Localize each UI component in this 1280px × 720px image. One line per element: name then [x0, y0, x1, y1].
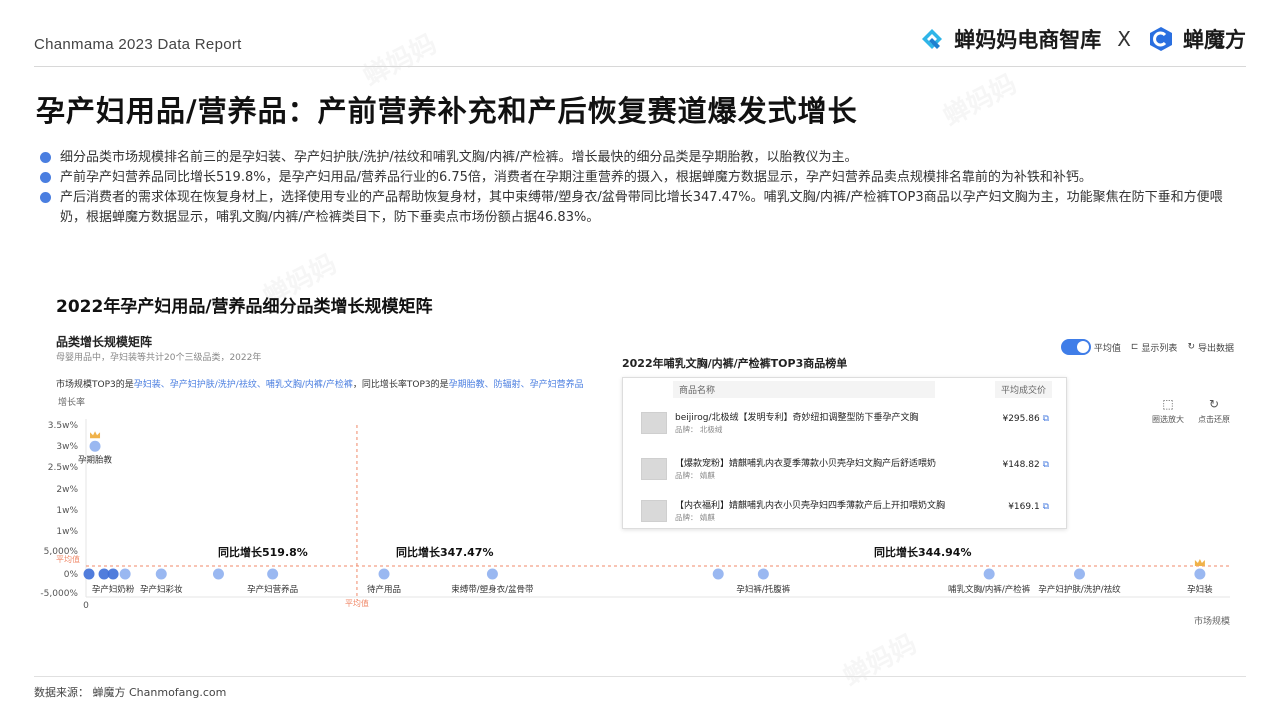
watermark: 蝉妈妈	[838, 629, 922, 693]
y-tick-label: 2.5w%	[48, 463, 79, 473]
product-name: 【爆款宠粉】婧麒哺乳内衣夏季薄款小贝壳孕妇文胸产后舒适喂奶	[675, 459, 937, 469]
scatter-point	[107, 568, 119, 580]
top3-header: 商品名称 平均成交价	[623, 378, 1066, 398]
scatter-point	[757, 568, 769, 580]
product-name: beijirog/北极绒【发明专利】奇妙纽扣调整型防下垂孕产文胸	[675, 413, 919, 423]
point-label: 哺乳文胸/内裤/产检裤	[948, 584, 1031, 595]
scatter-point	[378, 568, 390, 580]
trend-icon: ⧉	[1042, 502, 1049, 512]
scatter-point	[83, 568, 95, 580]
product-row[interactable]: 【内衣福利】婧麒哺乳内衣小贝壳孕妇四季薄款产后上开扣喂奶文胸 品牌： 婧麒 ¥1…	[641, 496, 1061, 528]
bullet-item: 产后消费者的需求体现在恢复身材上，选择使用专业的产品帮助恢复身材，其中束缚带/塑…	[40, 188, 1240, 228]
product-row[interactable]: 【爆款宠粉】婧麒哺乳内衣夏季薄款小贝壳孕妇文胸产后舒适喂奶 品牌： 婧麒 ¥14…	[641, 454, 1061, 486]
bullet-item: 产前孕产妇营养品同比增长519.8%，是孕产妇用品/营养品行业的6.75倍，消费…	[40, 168, 1240, 188]
product-price: ¥169.1 ⧉	[1008, 502, 1049, 512]
annotation-nursing: 同比增长344.94%	[874, 546, 972, 559]
scatter-point	[212, 568, 224, 580]
product-thumbnail	[641, 412, 667, 434]
product-thumbnail	[641, 458, 667, 480]
product-row[interactable]: beijirog/北极绒【发明专利】奇妙纽扣调整型防下垂孕产文胸 品牌： 北极绒…	[641, 408, 1061, 440]
chanmama-logo-icon	[922, 29, 943, 49]
point-label: 孕产妇彩妆	[140, 584, 183, 595]
bullet-list: 细分品类市场规模排名前三的是孕妇装、孕产妇护肤/洗护/祛纹和哺乳文胸/内裤/产检…	[40, 148, 1240, 228]
crown-icon	[1194, 559, 1205, 566]
y-axis-label: 增长率	[58, 396, 85, 408]
point-label: 孕妇装	[1187, 584, 1213, 595]
brand1-name: 蝉妈妈电商智库	[954, 28, 1102, 52]
point-label: 孕产妇营养品	[247, 584, 298, 595]
chanmofang-logo-icon	[1150, 27, 1172, 51]
watermark: 蝉妈妈	[938, 69, 1022, 133]
scatter-point	[1194, 568, 1206, 580]
point-label: 孕产妇奶粉	[92, 584, 135, 595]
brand-logos: 蝉妈妈电商智库 X 蝉魔方	[918, 24, 1246, 54]
y-tick-label: 1w%	[56, 527, 78, 537]
point-label: 束缚带/塑身衣/盆骨带	[451, 584, 534, 595]
point-label: 孕产妇护肤/洗护/祛纹	[1038, 584, 1121, 595]
scatter-point	[89, 440, 101, 452]
page-title: 孕产妇用品/营养品：产前营养补充和产后恢复赛道爆发式增长	[36, 94, 858, 128]
product-thumbnail	[641, 500, 667, 522]
chart-title: 2022年孕产妇用品/营养品细分品类增长规模矩阵	[56, 297, 433, 317]
top3-title: 2022年哺乳文胸/内裤/产检裤TOP3商品榜单	[622, 357, 848, 370]
point-label: 孕妇裤/托腹裤	[736, 584, 790, 595]
col-price-header: 平均成交价	[994, 381, 1052, 398]
product-brand: 品牌： 婧麒	[675, 513, 715, 522]
footer-divider	[34, 676, 1246, 677]
product-brand: 品牌： 婧麒	[675, 471, 715, 480]
point-label: 待产用品	[367, 584, 401, 595]
product-price: ¥148.82 ⧉	[1002, 460, 1049, 470]
bullet-item: 细分品类市场规模排名前三的是孕妇装、孕产妇护肤/洗护/祛纹和哺乳文胸/内裤/产检…	[40, 148, 1240, 168]
watermark: 蝉妈妈	[358, 29, 442, 93]
brand-separator: X	[1117, 27, 1131, 51]
y-tick-label: 3w%	[56, 442, 78, 452]
x-axis-label: 市场规模	[1194, 615, 1230, 627]
scatter-point	[119, 568, 131, 580]
data-source: 数据来源： 蝉魔方 Chanmofang.com	[34, 686, 227, 699]
scatter-point	[712, 568, 724, 580]
scatter-point	[1073, 568, 1085, 580]
y-tick-label: 0%	[64, 570, 79, 580]
bullet-dot-icon	[40, 172, 51, 183]
header-divider	[34, 66, 1246, 67]
report-label: Chanmama 2023 Data Report	[34, 36, 242, 53]
y-tick-label: 2w%	[56, 485, 78, 495]
crown-icon	[90, 431, 101, 439]
annotation-nutrition: 同比增长519.8%	[218, 546, 308, 559]
y-tick-label: 1w%	[56, 506, 78, 516]
product-name: 【内衣福利】婧麒哺乳内衣小贝壳孕妇四季薄款产后上开扣喂奶文胸	[675, 501, 946, 511]
product-price: ¥295.86 ⧉	[1002, 414, 1049, 424]
x-tick-label: 0	[83, 601, 89, 611]
scatter-point	[155, 568, 167, 580]
bullet-dot-icon	[40, 152, 51, 163]
point-label: 孕期胎教	[78, 454, 113, 465]
annotation-belt: 同比增长347.47%	[396, 546, 494, 559]
scatter-point	[983, 568, 995, 580]
col-name-header: 商品名称	[673, 381, 935, 398]
scatter-point	[486, 568, 498, 580]
scatter-point	[267, 568, 279, 580]
trend-icon: ⧉	[1042, 460, 1049, 470]
bullet-dot-icon	[40, 192, 51, 203]
average-label-y: 平均值	[56, 554, 80, 564]
y-tick-label: -5,000%	[40, 589, 78, 599]
average-label-x: 平均值	[345, 598, 369, 608]
y-tick-label: 3.5w%	[48, 421, 79, 431]
product-brand: 品牌： 北极绒	[675, 425, 723, 434]
top3-popup: 2022年哺乳文胸/内裤/产检裤TOP3商品榜单 商品名称 平均成交价 beij…	[622, 355, 1067, 529]
top3-table: 商品名称 平均成交价 beijirog/北极绒【发明专利】奇妙纽扣调整型防下垂孕…	[622, 377, 1067, 529]
chart-panel: 品类增长规模矩阵 母婴用品中，孕妇装等共计20个三级品类，2022年 市场规模T…	[40, 325, 1250, 630]
trend-icon: ⧉	[1042, 414, 1049, 424]
brand2-name: 蝉魔方	[1183, 28, 1246, 52]
